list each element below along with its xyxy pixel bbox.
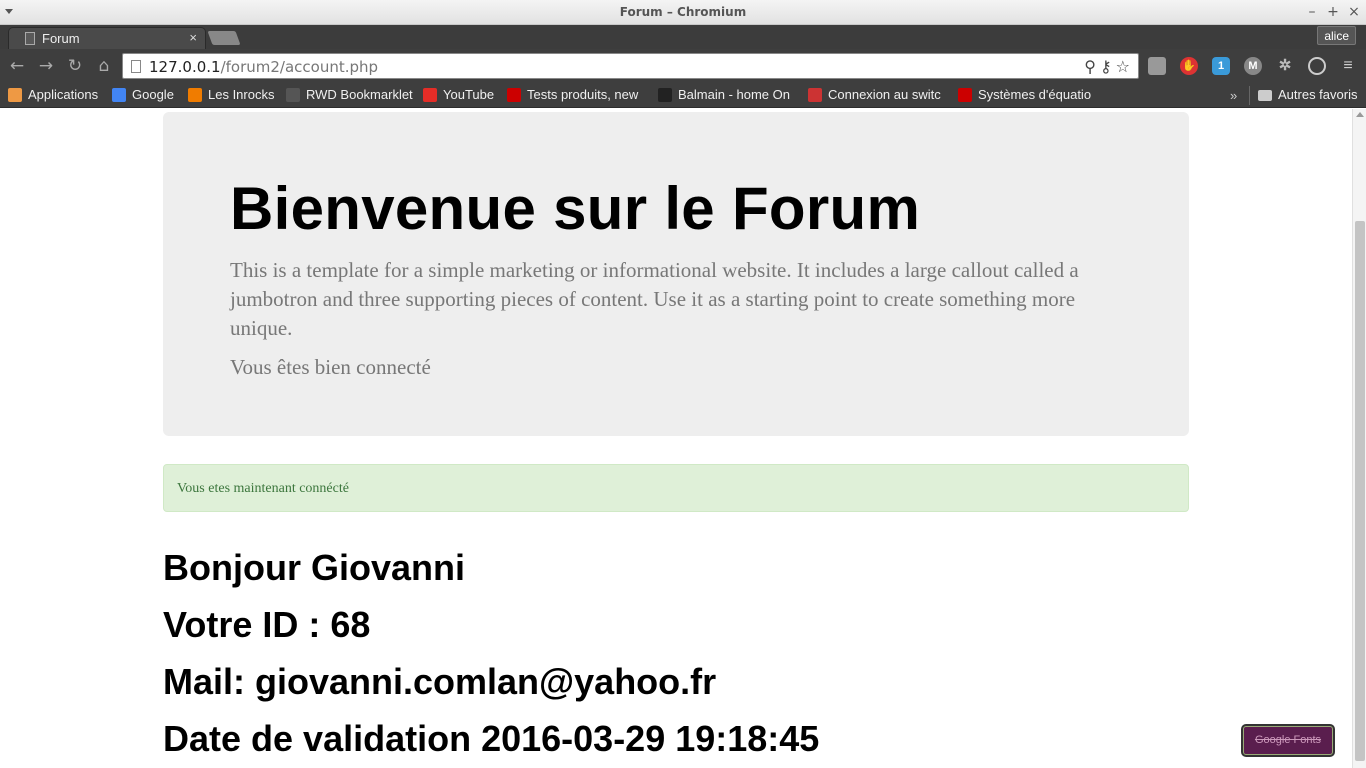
star-icon[interactable]: ☆ xyxy=(1116,57,1134,76)
close-icon[interactable]: × xyxy=(189,30,197,45)
clubic-icon xyxy=(507,88,521,102)
new-tab-button[interactable] xyxy=(207,31,241,45)
shield-icon xyxy=(808,88,822,102)
address-bar[interactable]: 127.0.0.1/forum2/account.php ⚲⚷☆ xyxy=(122,53,1139,79)
user-mail-heading: Mail: giovanni.comlan@yahoo.fr xyxy=(163,661,717,702)
minimize-button[interactable]: – xyxy=(1305,4,1319,20)
success-alert: Vous etes maintenant connécté xyxy=(163,464,1189,512)
vertical-scrollbar[interactable] xyxy=(1352,109,1366,768)
alert-message: Vous etes maintenant connécté xyxy=(177,481,349,496)
home-icon[interactable]: ⌂ xyxy=(95,57,113,75)
extension-icon[interactable] xyxy=(1148,57,1166,75)
bookmark-label: Balmain - home On xyxy=(678,87,790,102)
login-status: Vous êtes bien connecté xyxy=(230,355,431,379)
close-window-button[interactable]: × xyxy=(1347,4,1361,20)
google-fonts-label: Google Fonts xyxy=(1254,734,1322,746)
tab-title: Forum xyxy=(42,31,80,46)
bookmark-item[interactable]: Les Inrocks xyxy=(188,86,278,105)
lead-text: This is a template for a simple marketin… xyxy=(230,258,1079,340)
key-icon[interactable]: ⚷ xyxy=(1100,57,1116,76)
bookmark-item[interactable]: Tests produits, new xyxy=(507,86,644,105)
forward-icon[interactable]: → xyxy=(37,57,55,75)
validation-date-heading: Date de validation 2016-03-29 19:18:45 xyxy=(163,718,820,759)
bookmark-label: RWD Bookmarklet xyxy=(306,87,413,102)
folder-icon xyxy=(1258,90,1272,101)
bookmark-item[interactable]: Applications xyxy=(8,86,104,105)
url-text[interactable]: 127.0.0.1/forum2/account.php xyxy=(149,58,378,76)
profile-button[interactable]: alice xyxy=(1317,26,1356,45)
maximize-button[interactable]: + xyxy=(1326,4,1340,20)
inrocks-icon xyxy=(188,88,202,102)
bookmark-item[interactable]: Systèmes d'équatio xyxy=(958,86,1095,105)
tab-strip: Forum × alice xyxy=(0,25,1366,49)
tab-forum[interactable]: Forum × xyxy=(8,27,206,49)
bookmarks-bar: » Autres favoris Applications Google Les I… xyxy=(0,83,1366,108)
reload-icon[interactable]: ↻ xyxy=(66,57,84,75)
bookmark-label: Connexion au switc xyxy=(828,87,941,102)
page-title: Bienvenue sur le Forum xyxy=(230,175,921,242)
bookmark-label: Google xyxy=(132,87,174,102)
scroll-up-icon[interactable] xyxy=(1356,112,1364,117)
puzzle-icon[interactable]: ✲ xyxy=(1276,57,1294,75)
bookmark-label: Les Inrocks xyxy=(208,87,275,102)
other-bookmarks-folder[interactable]: Autres favoris xyxy=(1258,86,1363,105)
record-icon[interactable] xyxy=(1308,57,1326,75)
bookmark-item[interactable]: YouTube xyxy=(423,86,501,105)
page-viewport: Bienvenue sur le Forum This is a templat… xyxy=(0,109,1366,768)
page-icon xyxy=(131,60,141,73)
page-icon xyxy=(286,88,300,102)
google-icon xyxy=(112,88,126,102)
menu-icon[interactable]: ≡ xyxy=(1339,57,1357,75)
adblock-icon[interactable]: ✋ xyxy=(1180,57,1198,75)
back-icon[interactable]: ← xyxy=(8,57,26,75)
scrollbar-thumb[interactable] xyxy=(1355,221,1365,761)
google-fonts-button[interactable]: Google Fonts xyxy=(1243,726,1333,755)
greeting-heading: Bonjour Giovanni xyxy=(163,547,465,588)
balmain-icon xyxy=(658,88,672,102)
ghostery-icon[interactable]: 1 xyxy=(1212,57,1230,75)
bookmark-item[interactable]: RWD Bookmarklet xyxy=(286,86,416,105)
bookmark-label: Systèmes d'équatio xyxy=(978,87,1092,102)
bookmark-label: YouTube xyxy=(443,87,495,102)
free-icon xyxy=(958,88,972,102)
zoom-icon[interactable]: ⚲ xyxy=(1084,57,1100,76)
bookmarks-overflow-button[interactable]: » xyxy=(1230,88,1237,103)
bookmark-item[interactable]: Balmain - home On xyxy=(658,86,793,105)
window-titlebar: Forum – Chromium – + × xyxy=(0,0,1366,25)
browser-toolbar: ← → ↻ ⌂ 127.0.0.1/forum2/account.php ⚲⚷☆… xyxy=(0,49,1366,83)
bookmark-item[interactable]: Google xyxy=(112,86,182,105)
youtube-icon xyxy=(423,88,437,102)
jumbotron: Bienvenue sur le Forum This is a templat… xyxy=(163,112,1189,436)
mega-icon[interactable]: M xyxy=(1244,57,1262,75)
window-title: Forum – Chromium xyxy=(619,5,747,19)
bookmark-label: Tests produits, new xyxy=(527,87,639,102)
divider xyxy=(1249,86,1250,105)
page-icon xyxy=(25,32,35,45)
bookmark-item[interactable]: Connexion au switc xyxy=(808,86,944,105)
user-id-heading: Votre ID : 68 xyxy=(163,604,371,645)
bookmark-label: Applications xyxy=(28,87,99,102)
apps-grid-icon xyxy=(8,88,22,102)
